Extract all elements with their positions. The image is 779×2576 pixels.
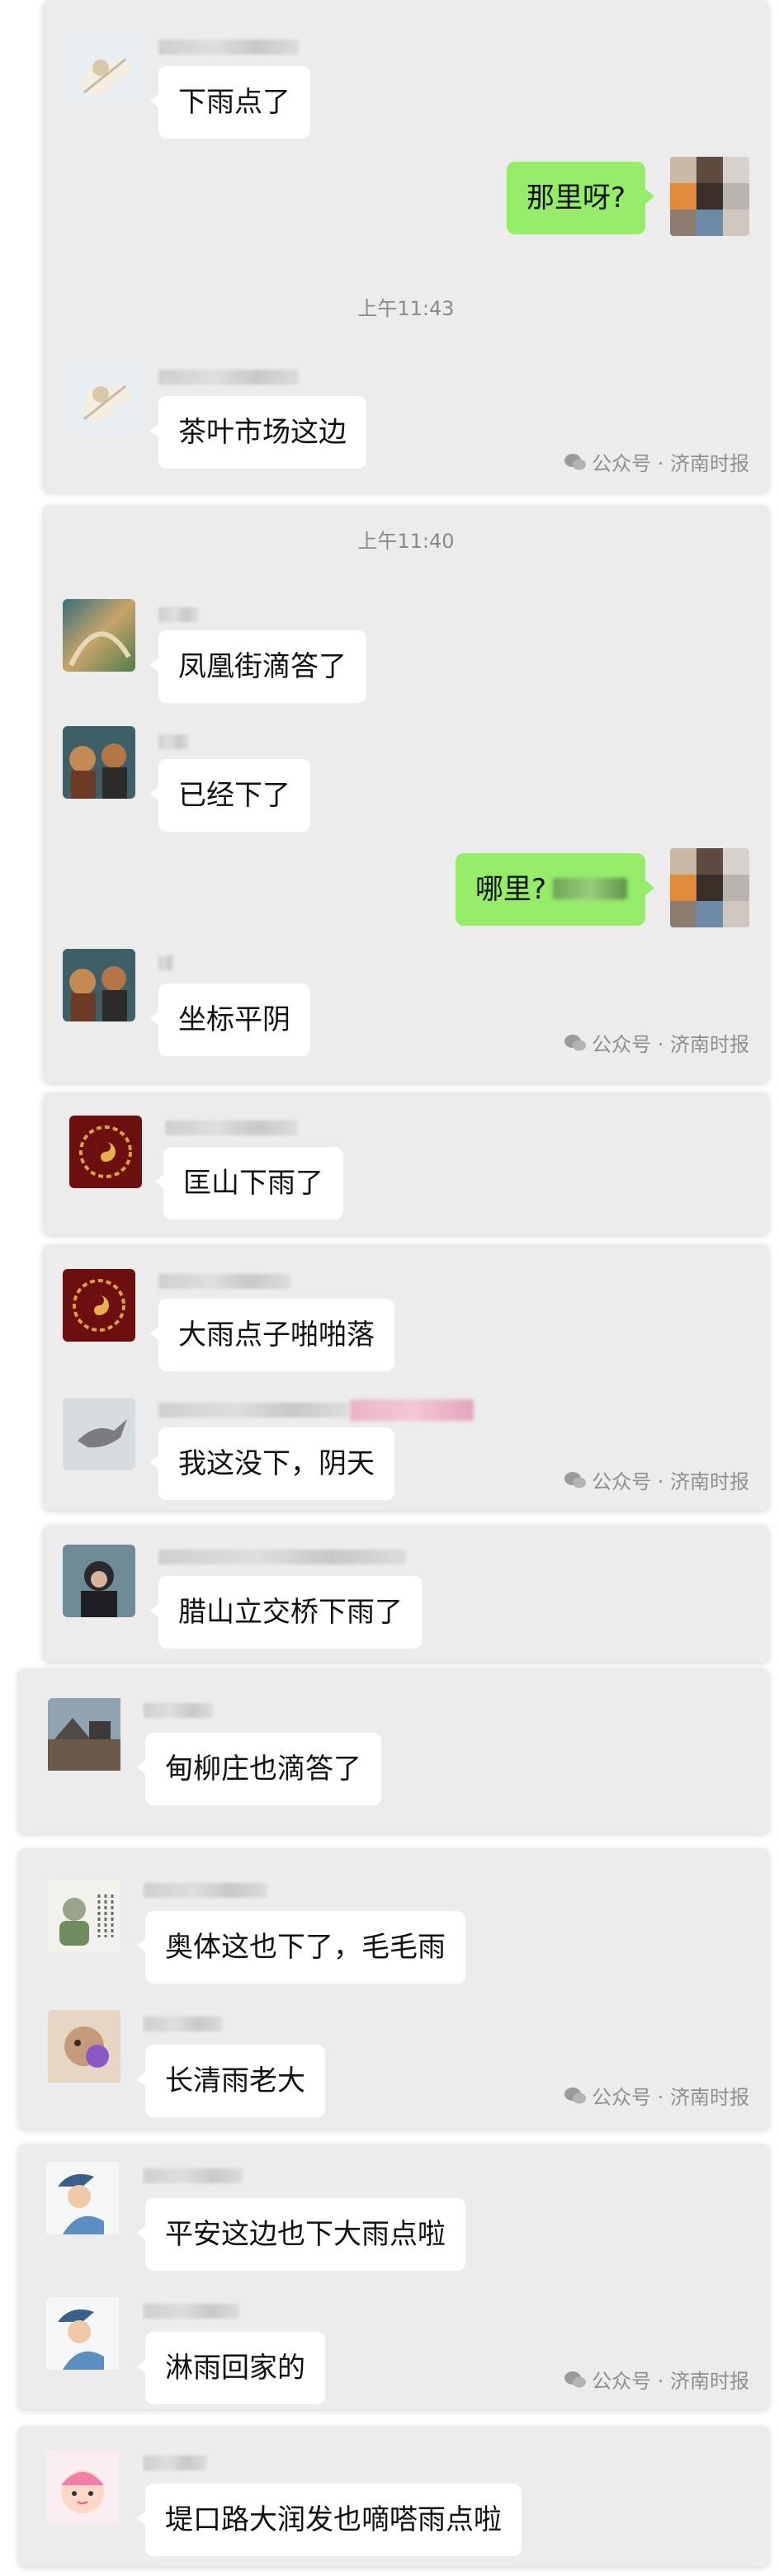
sender-name-blurred (158, 1550, 406, 1564)
wechat-icon (564, 453, 587, 469)
message-bubble[interactable]: 长清雨老大 (137, 2045, 325, 2117)
message-bubble[interactable]: 坐标平阴 (150, 984, 310, 1056)
user-avatar[interactable] (63, 1269, 135, 1342)
chat-screenshot-9: 堤口路大润发也嘀嗒雨点啦 (18, 2426, 769, 2566)
blurred-text (553, 878, 627, 899)
message-bubble[interactable]: 已经下了 (150, 759, 310, 832)
watermark-text: 公众号 · 济南时报 (592, 1033, 749, 1056)
sender-name-blurred (158, 370, 299, 385)
wechat-icon (564, 1471, 587, 1488)
sender-name-blurred (144, 2017, 223, 2031)
sender-name-blurred (158, 1403, 348, 1418)
user-avatar[interactable] (68, 361, 140, 434)
user-avatar[interactable] (46, 2451, 122, 2526)
sender-name-blurred (158, 955, 173, 970)
chat-screenshot-6: 甸柳庄也滴答了 (18, 1668, 769, 1833)
sender-name-blurred (144, 1883, 267, 1898)
watermark-text: 公众号 · 济南时报 (592, 452, 749, 475)
sender-name-blurred (144, 1703, 213, 1718)
watermark: 公众号 · 济南时报 (564, 447, 749, 476)
message-bubble[interactable]: 大雨点子啪啪落 (150, 1299, 394, 1371)
sender-name-blurred (144, 2168, 243, 2183)
sender-name-blurred (144, 2304, 239, 2319)
watermark: 公众号 · 济南时报 (564, 2081, 749, 2110)
message-bubble[interactable]: 下雨点了 (150, 66, 310, 139)
watermark-text: 公众号 · 济南时报 (592, 2086, 749, 2109)
sender-name-blurred (144, 2456, 206, 2470)
sender-name-blurred (158, 734, 188, 749)
watermark: 公众号 · 济南时报 (564, 1465, 749, 1494)
chat-screenshot-4: 大雨点子啪啪落 我这没下，阴天 公众号 · 济南时报 (43, 1244, 769, 1510)
user-avatar[interactable] (46, 2162, 122, 2238)
message-bubble[interactable]: 匡山下雨了 (155, 1147, 343, 1220)
user-avatar[interactable] (63, 1398, 135, 1470)
user-avatar[interactable] (63, 726, 135, 799)
chat-screenshot-7: 奥体这也下了，毛毛雨 长清雨老大 公众号 · 济南时报 (18, 1848, 769, 2129)
chat-screenshot-5: 腊山立交桥下雨了 (43, 1525, 769, 1662)
user-avatar[interactable] (63, 1545, 135, 1617)
sender-name-blurred (158, 1274, 290, 1289)
my-message-text: 哪里? (474, 873, 546, 906)
sender-name-blurred (165, 1121, 297, 1135)
blurred-text (350, 1399, 474, 1421)
user-avatar[interactable] (63, 949, 135, 1021)
watermark-text: 公众号 · 济南时报 (592, 1470, 749, 1493)
message-bubble[interactable]: 奥体这也下了，毛毛雨 (137, 1911, 465, 1984)
my-avatar-pixelated[interactable] (670, 157, 749, 236)
message-bubble[interactable]: 茶叶市场这边 (150, 396, 366, 469)
user-avatar[interactable] (48, 1698, 124, 1774)
sender-name-blurred (158, 607, 198, 622)
message-bubble[interactable]: 我这没下，阴天 (150, 1427, 394, 1500)
watermark: 公众号 · 济南时报 (564, 2365, 749, 2394)
chat-screenshot-2: 上午11:40 凤凰街滴答了 已经下了 哪里? 坐标平阴 公众号 · 济南时报 (43, 505, 769, 1083)
chat-screenshot-3: 匡山下雨了 (43, 1092, 769, 1234)
timestamp: 上午11:40 (357, 530, 455, 553)
wechat-icon (564, 2087, 587, 2103)
message-bubble[interactable]: 凤凰街滴答了 (150, 630, 366, 703)
my-avatar-pixelated[interactable] (670, 848, 749, 927)
chat-screenshot-8: 平安这边也下大雨点啦 淋雨回家的 公众号 · 济南时报 (18, 2144, 769, 2409)
message-bubble[interactable]: 淋雨回家的 (137, 2332, 325, 2404)
sender-name-blurred (158, 40, 299, 54)
wechat-icon (564, 1034, 587, 1050)
watermark: 公众号 · 济南时报 (564, 1028, 749, 1057)
user-avatar[interactable] (48, 2010, 124, 2086)
my-message-bubble[interactable]: 那里呀? (506, 162, 655, 234)
message-bubble[interactable]: 甸柳庄也滴答了 (137, 1733, 381, 1805)
timestamp: 上午11:43 (357, 297, 455, 320)
user-avatar[interactable] (48, 1880, 124, 1956)
watermark-text: 公众号 · 济南时报 (592, 2370, 749, 2393)
message-bubble[interactable]: 腊山立交桥下雨了 (150, 1576, 423, 1649)
chat-screenshot-1: 下雨点了 那里呀? 上午11:43 茶叶市场这边 公众号 · 济南时报 (43, 0, 769, 492)
user-avatar[interactable] (63, 599, 135, 672)
wechat-icon (564, 2371, 587, 2387)
message-bubble[interactable]: 平安这边也下大雨点啦 (137, 2198, 465, 2271)
user-avatar[interactable] (68, 35, 140, 107)
user-avatar[interactable] (69, 1116, 142, 1188)
message-bubble[interactable]: 堤口路大润发也嘀嗒雨点啦 (137, 2484, 522, 2556)
user-avatar[interactable] (46, 2297, 122, 2373)
